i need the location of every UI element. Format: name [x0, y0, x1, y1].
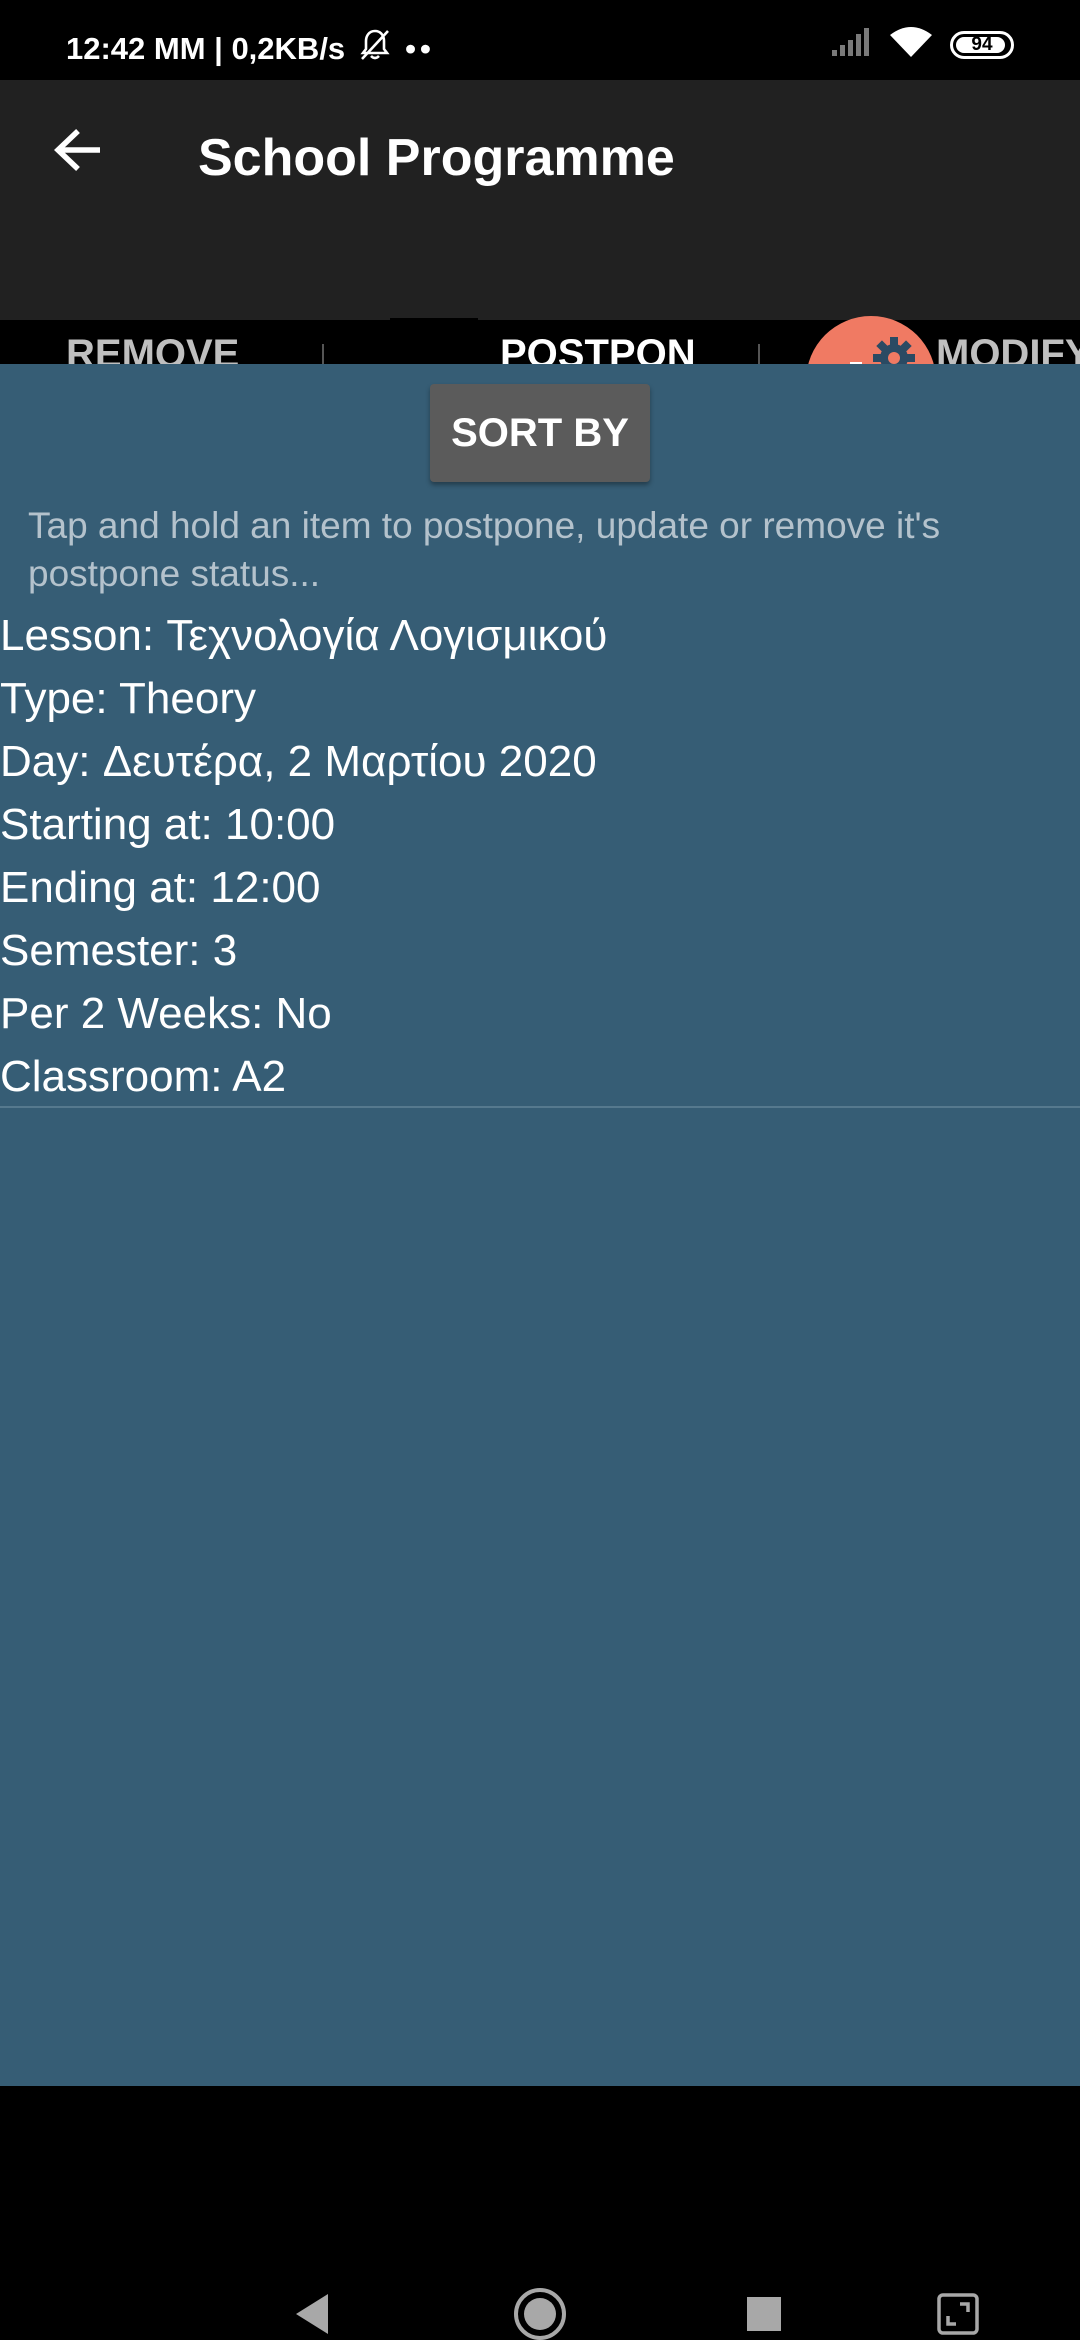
- nav-home-button[interactable]: [500, 2274, 580, 2340]
- nav-recents-button[interactable]: [724, 2274, 804, 2340]
- lesson-name: Lesson: Τεχνολογία Λογισμικού: [0, 611, 608, 660]
- list-divider: [0, 1106, 1080, 1108]
- wifi-icon: [890, 26, 932, 63]
- list-item[interactable]: Lesson: Τεχνολογία Λογισμικού Type: Theo…: [0, 604, 1080, 1348]
- circle-home-icon: [514, 2288, 566, 2340]
- nav-screenshot-button[interactable]: [918, 2274, 998, 2340]
- lesson-type: Type: Theory: [0, 674, 256, 723]
- lesson-end: Ending at: 12:00: [0, 863, 321, 912]
- status-time: 12:42 MM | 0,2KB/s: [66, 31, 346, 66]
- square-recents-icon: [747, 2297, 781, 2331]
- sort-by-button[interactable]: SORT BY: [430, 384, 650, 482]
- lesson-start: Starting at: 10:00: [0, 800, 336, 849]
- status-dots: ••: [405, 31, 435, 66]
- battery-level: 94: [971, 33, 993, 55]
- status-right: 94: [832, 26, 1014, 63]
- lesson-per-2-weeks: Per 2 Weeks: No: [0, 989, 332, 1038]
- back-button[interactable]: [44, 116, 112, 184]
- bell-off-icon: [359, 28, 391, 70]
- signal-icon: [832, 28, 872, 61]
- page-title: School Programme: [198, 129, 675, 187]
- nav-back-button[interactable]: [272, 2274, 352, 2340]
- app-bar: School Programme REMOVE LESSONS: [0, 80, 1080, 444]
- triangle-back-icon: [296, 2294, 328, 2334]
- status-left: 12:42 MM | 0,2KB/s ••: [66, 28, 435, 70]
- expand-icon: [937, 2293, 979, 2335]
- content-area: SORT BY Tap and hold an item to postpone…: [0, 364, 1080, 2086]
- screen: 12:42 MM | 0,2KB/s •• 94 School Programm…: [0, 0, 1080, 2340]
- battery-icon: 94: [950, 30, 1014, 59]
- lesson-classroom: Classroom: A2: [0, 1052, 287, 1101]
- arrow-back-icon: [54, 129, 100, 171]
- navigation-bar: [0, 2086, 1080, 2340]
- lesson-semester: Semester: 3: [0, 926, 238, 975]
- lesson-day: Day: Δευτέρα, 2 Μαρτίου 2020: [0, 737, 597, 786]
- hint-text: Tap and hold an item to postpone, update…: [28, 505, 941, 594]
- status-bar: 12:42 MM | 0,2KB/s •• 94: [0, 0, 1080, 80]
